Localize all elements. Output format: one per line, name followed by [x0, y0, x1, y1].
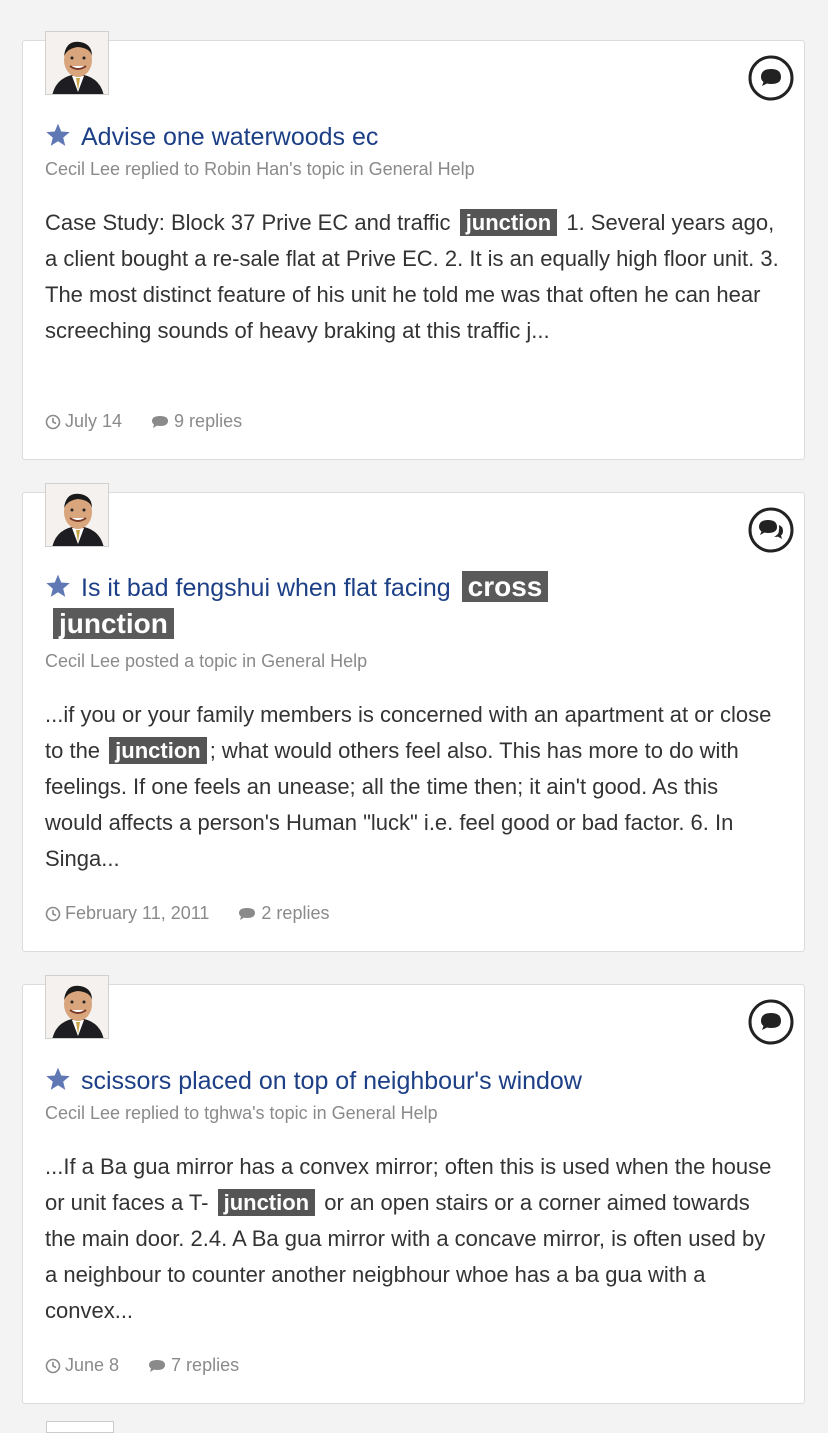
result-stats: June 8 7 replies — [45, 1355, 267, 1376]
result-date: June 8 — [65, 1355, 120, 1375]
result-snippet: Case Study: Block 37 Prive EC and traffi… — [45, 205, 780, 349]
star-icon — [46, 1067, 70, 1090]
next-card-avatar-edge — [46, 1421, 114, 1433]
snippet-text-before: Case Study: Block 37 Prive EC and traffi… — [45, 210, 457, 235]
comment-small-icon — [149, 1359, 166, 1372]
result-title-text[interactable]: Advise one waterwoods ec — [81, 123, 378, 151]
clock-icon — [45, 906, 61, 921]
result-date: July 14 — [65, 411, 123, 431]
result-meta: Cecil Lee replied to Robin Han's topic i… — [45, 159, 475, 179]
result-replies: 2 replies — [261, 903, 330, 923]
avatar[interactable] — [45, 31, 109, 95]
result-replies: 9 replies — [174, 411, 243, 431]
result-meta: Cecil Lee replied to tghwa's topic in Ge… — [45, 1103, 438, 1123]
result-meta: Cecil Lee posted a topic in General Help — [45, 651, 368, 671]
date-stat: July 14 — [45, 411, 122, 432]
replies-stat: 2 replies — [237, 903, 329, 924]
result-title[interactable]: Advise one waterwoods ec — [45, 119, 774, 155]
result-title[interactable]: Is it bad fengshui when flat facing cros… — [45, 569, 774, 643]
avatar[interactable] — [45, 975, 109, 1039]
result-title[interactable]: scissors placed on top of neighbour's wi… — [45, 1063, 774, 1099]
comment-icon — [748, 999, 794, 1045]
replies-stat: 9 replies — [150, 411, 242, 432]
star-icon — [46, 574, 70, 597]
result-stats: July 14 9 replies — [45, 411, 270, 432]
result-replies: 7 replies — [171, 1355, 240, 1375]
result-stats: February 11, 2011 2 replies — [45, 903, 357, 924]
date-stat: February 11, 2011 — [45, 903, 209, 924]
search-results-feed: Advise one waterwoods ec Cecil Lee repli… — [0, 0, 828, 1433]
search-highlight: junction — [109, 737, 207, 764]
result-title-text[interactable]: Is it bad fengshui when flat facing — [81, 574, 458, 602]
comment-small-icon — [152, 415, 169, 428]
search-highlight: junction — [459, 209, 558, 236]
clock-icon — [45, 1358, 61, 1373]
replies-stat: 7 replies — [147, 1355, 239, 1376]
result-date: February 11, 2011 — [65, 903, 210, 923]
result-card: Advise one waterwoods ec Cecil Lee repli… — [22, 31, 805, 460]
comment-small-icon — [239, 907, 256, 920]
search-highlight: junction — [217, 1189, 316, 1216]
result-card: Is it bad fengshui when flat facing cros… — [22, 483, 805, 952]
clock-icon — [45, 414, 61, 429]
date-stat: June 8 — [45, 1355, 119, 1376]
result-snippet: ...if you or your family members is conc… — [45, 697, 780, 877]
result-card: scissors placed on top of neighbour's wi… — [22, 975, 805, 1404]
star-icon — [46, 123, 70, 146]
comment-icon — [748, 55, 794, 101]
title-highlight-junction: junction — [53, 608, 174, 639]
title-highlight-cross: cross — [461, 571, 549, 602]
result-snippet: ...If a Ba gua mirror has a convex mirro… — [45, 1149, 780, 1329]
comments-icon — [748, 507, 794, 553]
result-title-text[interactable]: scissors placed on top of neighbour's wi… — [81, 1067, 582, 1095]
avatar[interactable] — [45, 483, 109, 547]
